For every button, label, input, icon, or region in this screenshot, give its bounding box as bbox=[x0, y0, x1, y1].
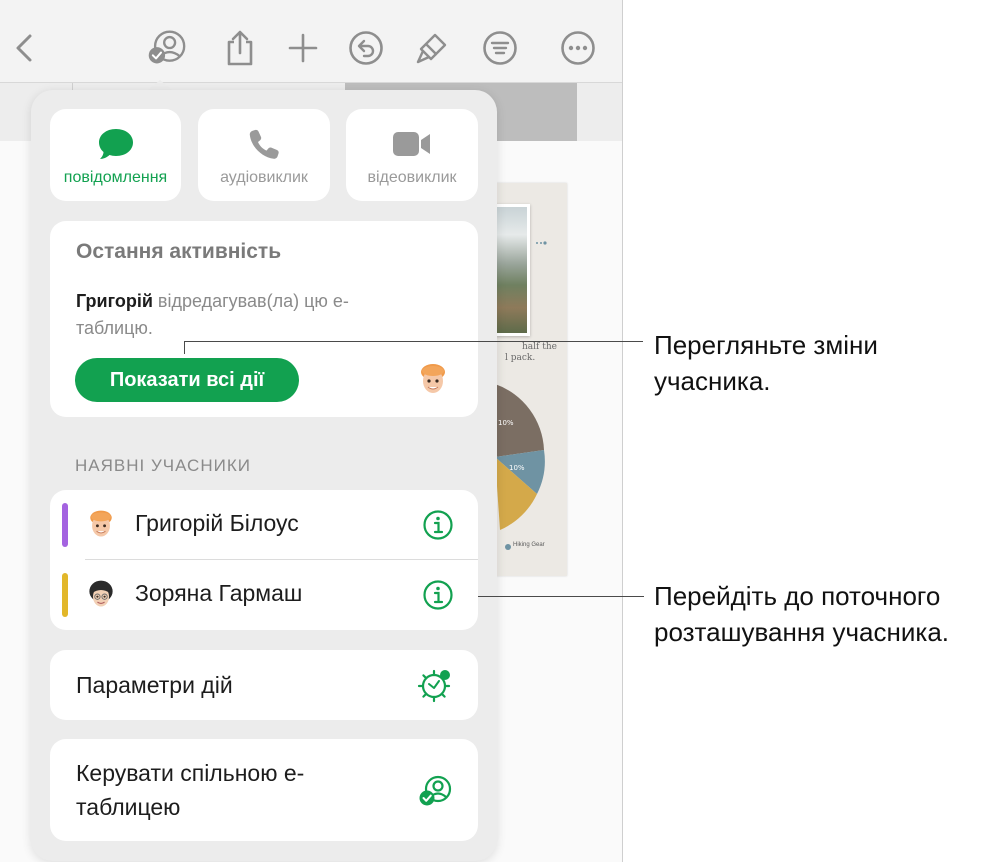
document-text: half the bbox=[522, 342, 557, 352]
info-icon[interactable] bbox=[422, 579, 454, 611]
document-text: l pack. bbox=[505, 353, 536, 363]
participant-color-bar bbox=[62, 503, 68, 547]
memoji-avatar bbox=[89, 580, 113, 607]
pie-label: 10% bbox=[498, 419, 514, 427]
callout-go-to-location: Перейдіть до поточного розташування учас… bbox=[654, 581, 950, 647]
paintbrush-icon[interactable] bbox=[412, 28, 452, 68]
back-icon[interactable] bbox=[5, 28, 45, 68]
recent-activity-card: Остання активність Григорій відредагував… bbox=[50, 221, 478, 417]
organize-icon[interactable] bbox=[480, 28, 520, 68]
legend-label: Hiking Gear bbox=[513, 542, 545, 548]
participant-color-bar bbox=[62, 573, 68, 617]
video-call-label: відеовиклик bbox=[367, 169, 457, 186]
share-icon[interactable] bbox=[220, 28, 260, 68]
connector-dots-icon bbox=[536, 241, 547, 245]
participants-list: Григорій Білоус Зоряна Гармаш bbox=[50, 490, 478, 630]
callout-leader-line bbox=[478, 596, 644, 597]
memoji-avatar bbox=[414, 360, 452, 398]
manage-shared-label: Керувати спільною е-таблицею bbox=[76, 760, 305, 820]
collaboration-popover: повідомлення аудіовиклик відеовиклик Ост… bbox=[31, 90, 497, 861]
participant-name: Григорій Білоус bbox=[135, 510, 299, 536]
collaboration-icon[interactable] bbox=[146, 28, 186, 68]
manage-shared-row[interactable]: Керувати спільною е-таблицею bbox=[50, 739, 478, 841]
callout-leader-line bbox=[184, 341, 643, 342]
message-label: повідомлення bbox=[63, 169, 168, 186]
toolbar bbox=[0, 0, 622, 82]
undo-icon[interactable] bbox=[346, 28, 386, 68]
video-call-button[interactable]: відеовиклик bbox=[346, 109, 478, 201]
pie-label: 10% bbox=[509, 464, 525, 472]
memoji-avatar bbox=[90, 510, 112, 537]
callout-view-changes: Перегляньте зміни учасника. bbox=[654, 330, 878, 396]
participant-row[interactable]: Григорій Білоус bbox=[50, 490, 478, 560]
recent-activity-title: Остання активність bbox=[76, 240, 282, 263]
participants-header: НАЯВНІ УЧАСНИКИ bbox=[75, 456, 251, 475]
message-icon bbox=[96, 127, 136, 161]
callout-leader-line bbox=[184, 341, 185, 354]
message-button[interactable]: повідомлення bbox=[50, 109, 181, 201]
activity-gear-icon bbox=[417, 669, 451, 703]
video-icon bbox=[391, 127, 433, 161]
legend-swatch bbox=[505, 544, 511, 550]
show-all-activity-button[interactable]: Показати всі дії bbox=[75, 358, 299, 402]
add-icon[interactable] bbox=[283, 28, 323, 68]
activity-settings-label: Параметри дій bbox=[76, 672, 233, 698]
participant-row[interactable]: Зоряна Гармаш bbox=[50, 560, 478, 630]
more-icon[interactable] bbox=[558, 28, 598, 68]
phone-icon bbox=[247, 127, 281, 161]
activity-settings-row[interactable]: Параметри дій bbox=[50, 650, 478, 720]
activity-actor: Григорій bbox=[76, 291, 153, 311]
participant-name: Зоряна Гармаш bbox=[135, 580, 303, 606]
recent-activity-text: Григорій відредагував(ла) цю е-таблицю. bbox=[76, 288, 396, 342]
audio-call-button[interactable]: аудіовиклик bbox=[198, 109, 330, 201]
collaboration-manage-icon bbox=[419, 775, 452, 806]
mountain-photo bbox=[494, 204, 530, 336]
info-icon[interactable] bbox=[422, 509, 454, 541]
audio-call-label: аудіовиклик bbox=[220, 169, 308, 186]
